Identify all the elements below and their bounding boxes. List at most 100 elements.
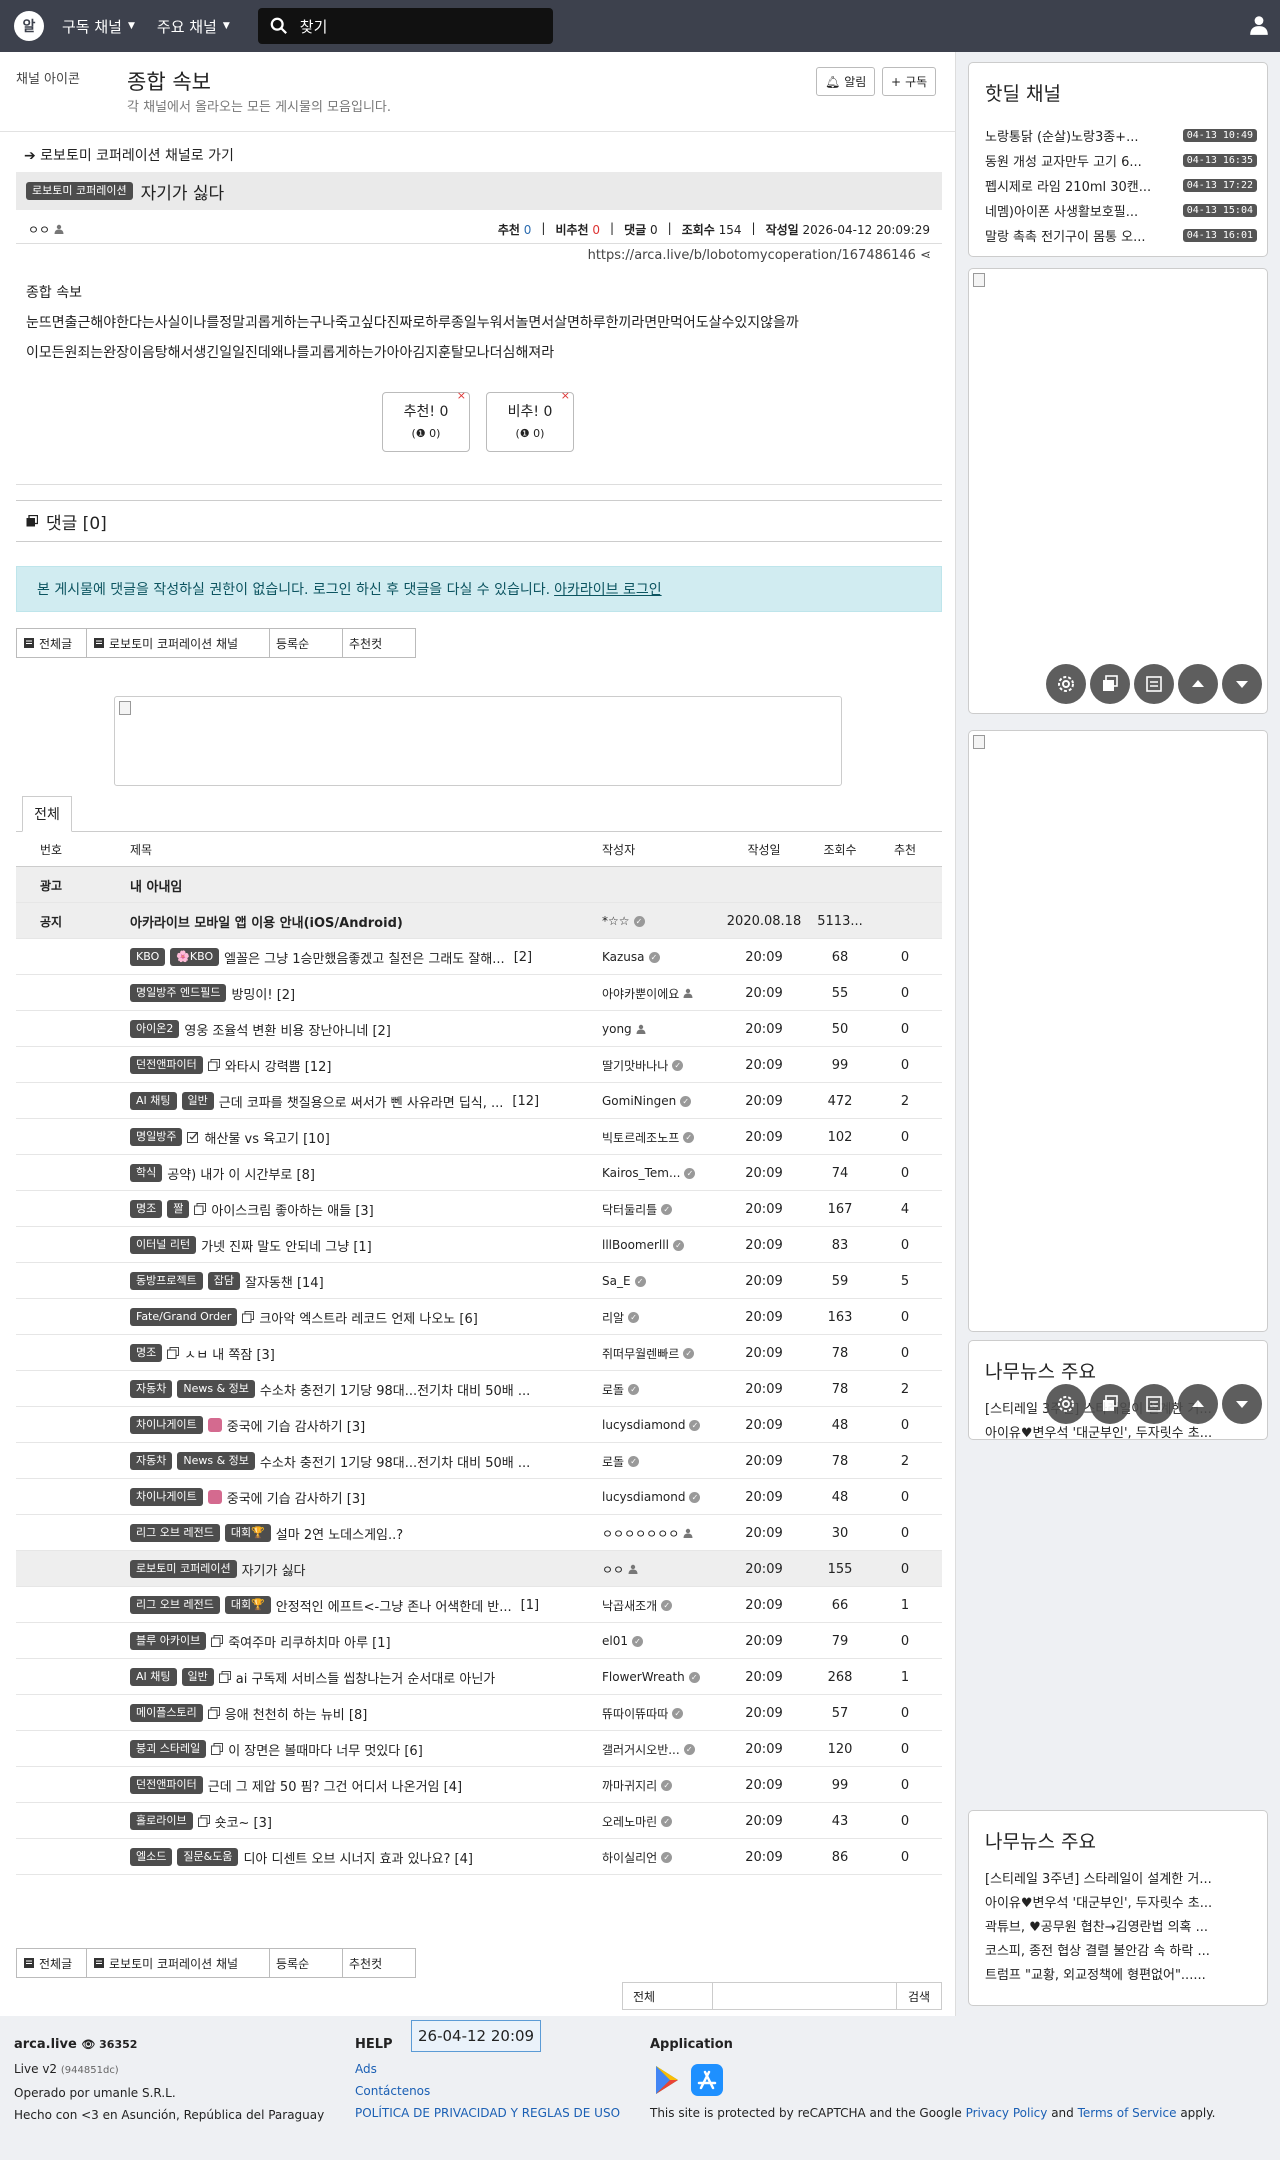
- category-badge[interactable]: 리그 오브 레전드: [130, 1523, 220, 1543]
- privacy-policy-link[interactable]: Privacy Policy: [966, 2106, 1048, 2120]
- filter-all-posts[interactable]: 전체글: [17, 629, 87, 657]
- table-row[interactable]: 명조 ㅅㅂ 내 쪽잠 [3] 쥐떠무월렌빠르 ✓ 20:09 78 0: [16, 1335, 942, 1371]
- row-author[interactable]: 갤러거시오반... ✓: [602, 1731, 720, 1767]
- main-channels-dropdown[interactable]: 주요 채널 ▼: [157, 16, 230, 37]
- row-author[interactable]: ㅇㅇㅇㅇㅇㅇㅇ: [602, 1515, 720, 1551]
- upvote-button[interactable]: × 추천! 0 (❶ 0): [382, 389, 470, 452]
- hotdeal-item[interactable]: 노랑통닭 (순살)노랑3종+... 04-13 10:49: [985, 123, 1257, 148]
- row-author[interactable]: 로돌 ✓: [602, 1371, 720, 1407]
- category-badge[interactable]: 던전앤파이터: [130, 1055, 203, 1075]
- hotdeal-item[interactable]: 펩시제로 라임 210ml 30캔... 04-13 17:22: [985, 173, 1257, 198]
- page-link[interactable]: 26-04-12 20:09: [411, 2020, 542, 2052]
- table-row[interactable]: 차이나게이트 중국에 기습 감사하기 [3] lucysdiamond ✓ 20:09 4…: [16, 1407, 942, 1443]
- table-row[interactable]: 아이온2 영웅 조율석 변환 비용 장난아니네 [2] yong 20:09 50 0: [16, 1011, 942, 1047]
- hotdeal-item[interactable]: 동원 개성 교자만두 고기 6... 04-13 16:35: [985, 148, 1257, 173]
- comments-fab-button[interactable]: [1090, 664, 1130, 704]
- filter-channel[interactable]: 로보토미 코퍼레이션 채널: [87, 1949, 270, 1977]
- settings-fab-button[interactable]: [1046, 1384, 1086, 1424]
- row-author[interactable]: yong: [602, 1011, 720, 1047]
- table-row[interactable]: 자동차 News & 정보 수소차 충전기 1기당 98대...전기차 대비 50배…: [16, 1443, 942, 1479]
- row-author[interactable]: 리알 ✓: [602, 1299, 720, 1335]
- notice-row[interactable]: 공지 아카라이브 모바일 앱 이용 안내(iOS/Android) *☆☆ ✓ 2…: [16, 903, 942, 939]
- list-fab-button[interactable]: [1134, 1384, 1174, 1424]
- category-badge[interactable]: 로보토미 코퍼레이션: [26, 181, 133, 201]
- tab-all[interactable]: 전체: [22, 796, 72, 832]
- table-row[interactable]: 동방프로젝트 잡담 잘자동챈 [14] Sa_E ✓ 20:09 59 5: [16, 1263, 942, 1299]
- category-badge[interactable]: 블루 아카이브: [130, 1631, 207, 1651]
- category-badge[interactable]: 차이나게이트: [130, 1415, 203, 1435]
- category-badge[interactable]: 일반: [181, 1091, 214, 1111]
- table-row[interactable]: 메이플스토리 응애 천천히 하는 뉴비 [8] 뜌따이뜌따따 ✓ 20:09 57 0: [16, 1695, 942, 1731]
- terms-link[interactable]: Terms of Service: [1078, 2106, 1177, 2120]
- subscribe-button[interactable]: + 구독: [882, 67, 937, 96]
- arrow-up-fab-button[interactable]: [1178, 664, 1218, 704]
- row-author[interactable]: 뜌따이뜌따따 ✓: [602, 1695, 720, 1731]
- row-author[interactable]: 딸기맛바나나 ✓: [602, 1047, 720, 1083]
- comments-fab-button[interactable]: [1090, 1384, 1130, 1424]
- search-scope-select[interactable]: 전체: [623, 1983, 713, 2009]
- category-badge[interactable]: 명일방주: [130, 1127, 183, 1147]
- table-row[interactable]: 붕괴 스타레일 이 장면은 볼때마다 너무 멋있다 [6] 갤러거시오반... ✓ 20…: [16, 1731, 942, 1767]
- category-badge[interactable]: 이터널 리턴: [130, 1235, 197, 1255]
- table-row[interactable]: 던전앤파이터 와타시 강력쁨 [12] 딸기맛바나나 ✓ 20:09 99 0: [16, 1047, 942, 1083]
- settings-fab-button[interactable]: [1046, 664, 1086, 704]
- table-row[interactable]: 던전앤파이터 근데 그 제압 50 핌? 그건 어디서 나온거임 [4] 까마귀지리…: [16, 1767, 942, 1803]
- category-badge[interactable]: 학식: [130, 1163, 163, 1183]
- category-badge[interactable]: 로보토미 코퍼레이션: [130, 1559, 237, 1579]
- table-row[interactable]: 로보토미 코퍼레이션 자기가 싫다 ㅇㅇ 20:09 155 0: [16, 1551, 942, 1587]
- arrow-up-fab-button[interactable]: [1178, 1384, 1218, 1424]
- table-row[interactable]: 명일방주 해산물 vs 육고기 [10] 빅토르레조노프 ✓ 20:09 102 0: [16, 1119, 942, 1155]
- sort-registered[interactable]: 등록순: [270, 629, 343, 657]
- table-row[interactable]: 리그 오브 레전드 대회🏆 안정적인 에프트<-그냥 존나 어색한데 반... [1]…: [16, 1587, 942, 1623]
- table-row[interactable]: 차이나게이트 중국에 기습 감사하기 [3] lucysdiamond ✓ 20:09 4…: [16, 1479, 942, 1515]
- row-author[interactable]: 쥐떠무월렌빠르 ✓: [602, 1335, 720, 1371]
- category-badge[interactable]: 동방프로젝트: [130, 1271, 203, 1291]
- privacy-link[interactable]: POLÍTICA DE PRIVACIDAD Y REGLAS DE USO: [355, 2106, 620, 2120]
- category-badge[interactable]: 자동차: [130, 1379, 173, 1399]
- app-store-icon[interactable]: [690, 2063, 724, 2097]
- row-author[interactable]: lucysdiamond ✓: [602, 1407, 720, 1443]
- news-item[interactable]: 트럼프 "교황, 외교정책에 형편없어"......: [985, 1961, 1257, 1985]
- row-author[interactable]: ㅇㅇ: [602, 1551, 720, 1587]
- category-badge[interactable]: AI 채팅: [130, 1091, 177, 1111]
- search-button[interactable]: 검색: [897, 1983, 941, 2009]
- namunews-title[interactable]: 나무뉴스 주요: [985, 1827, 1096, 1854]
- row-author[interactable]: Kairos_Tem... ✓: [602, 1155, 720, 1191]
- category-badge[interactable]: 일반: [181, 1667, 214, 1687]
- table-row[interactable]: 홀로라이브 숏코~ [3] 오레노마린 ✓ 20:09 43 0: [16, 1803, 942, 1839]
- search-input[interactable]: 찾기: [257, 8, 553, 44]
- arrow-down-fab-button[interactable]: [1222, 664, 1262, 704]
- board-search-input[interactable]: [713, 1983, 897, 2009]
- row-author[interactable]: FlowerWreath ✓: [602, 1659, 720, 1695]
- table-row[interactable]: AI 채팅 일반 근데 코파를 챗질용으로 써서가 뻰 사유라면 딥식, ... [1…: [16, 1083, 942, 1119]
- row-author[interactable]: 빅토르레조노프 ✓: [602, 1119, 720, 1155]
- row-author[interactable]: 하이실리언 ✓: [602, 1839, 720, 1875]
- table-row[interactable]: 학식 공약) 내가 이 시간부로 [8] Kairos_Tem... ✓ 20:09 74…: [16, 1155, 942, 1191]
- user-icon[interactable]: [1248, 14, 1270, 36]
- category-badge[interactable]: Fate/Grand Order: [130, 1307, 238, 1327]
- category-badge[interactable]: 아이온2: [130, 1019, 180, 1039]
- row-author[interactable]: el01 ✓: [602, 1623, 720, 1659]
- category-badge[interactable]: 짤: [167, 1199, 190, 1219]
- category-badge[interactable]: 홀로라이브: [130, 1811, 193, 1831]
- category-badge[interactable]: AI 채팅: [130, 1667, 177, 1687]
- news-item[interactable]: 곽튜브, ♥공무원 협찬→김영란법 의혹 ...: [985, 1913, 1257, 1937]
- contact-link[interactable]: Contáctenos: [355, 2084, 430, 2098]
- subscribed-channels-dropdown[interactable]: 구독 채널 ▼: [62, 16, 135, 37]
- category-badge[interactable]: 메이플스토리: [130, 1703, 203, 1723]
- category-badge[interactable]: News & 정보: [177, 1451, 255, 1471]
- row-author[interactable]: Kazusa ✓: [602, 939, 720, 975]
- row-author[interactable]: Sa_E ✓: [602, 1263, 720, 1299]
- sidebar-ad-1[interactable]: [968, 268, 1268, 714]
- sidebar-ad-2[interactable]: [968, 730, 1268, 1332]
- news-item[interactable]: 아이유♥변우석 '대군부인', 두자릿수 초...: [985, 1889, 1257, 1913]
- row-author[interactable]: 낙곱새조개 ✓: [602, 1587, 720, 1623]
- filter-channel[interactable]: 로보토미 코퍼레이션 채널: [87, 629, 270, 657]
- table-row[interactable]: 명일방주 엔드필드 방밍이! [2] 아야카뿐이에요 20:09 55 0: [16, 975, 942, 1011]
- list-fab-button[interactable]: [1134, 664, 1174, 704]
- table-row[interactable]: 리그 오브 레전드 대회🏆 설마 2연 노데스게임..? ㅇㅇㅇㅇㅇㅇㅇ 20:09 30…: [16, 1515, 942, 1551]
- hotdeal-item[interactable]: 네멤)아이폰 사생활보호필... 04-13 15:04: [985, 198, 1257, 223]
- row-author[interactable]: GomiNingen ✓: [602, 1083, 720, 1119]
- news-item[interactable]: 코스피, 종전 협상 결렬 불안감 속 하락 ...: [985, 1937, 1257, 1961]
- ads-link[interactable]: Ads: [355, 2062, 377, 2076]
